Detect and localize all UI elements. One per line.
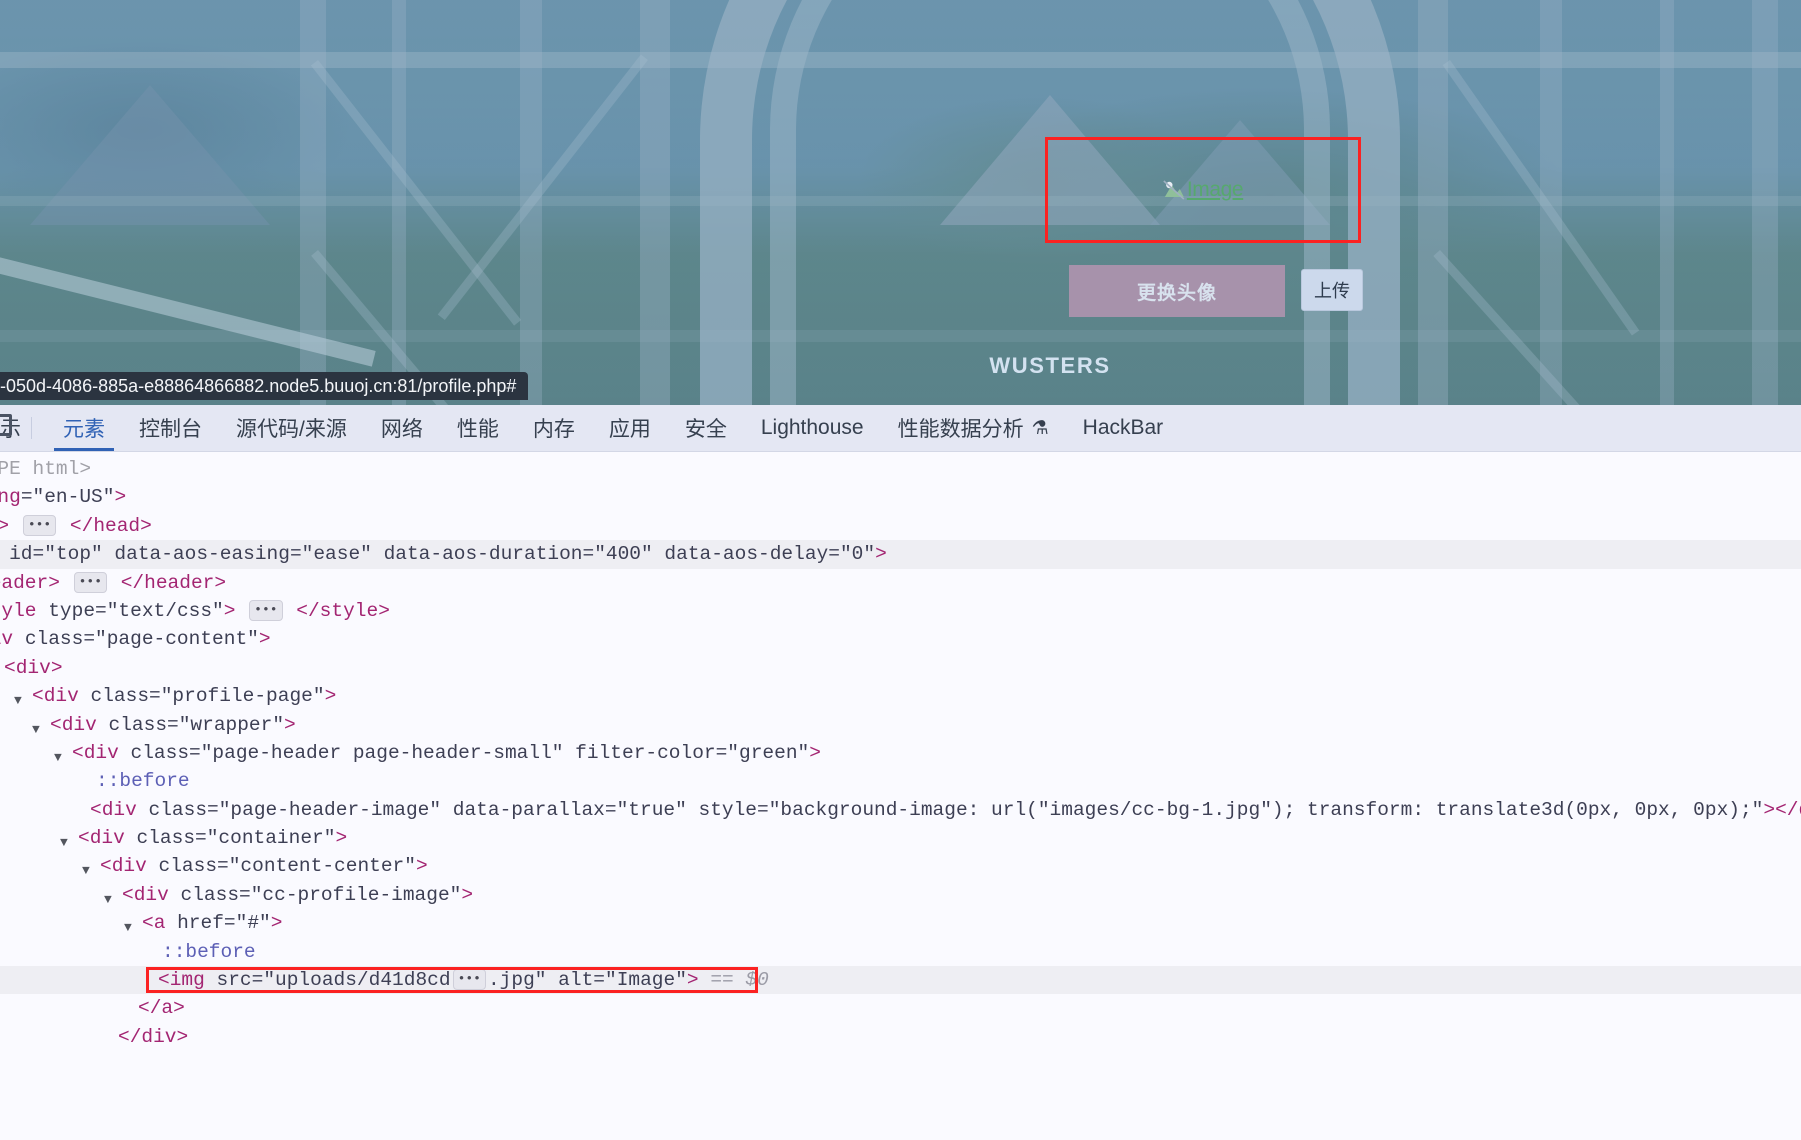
tab-label: 应用	[608, 418, 651, 441]
dom-row-text: <div class="page-header page-header-smal…	[72, 741, 821, 764]
avatar-actions: 更换头像 上传	[1069, 265, 1363, 317]
avatar-link[interactable]: Image	[1045, 137, 1361, 243]
avatar-alt-text: Image	[1186, 178, 1244, 201]
change-avatar-button[interactable]: 更换头像	[1069, 265, 1285, 317]
dom-row-text: TYPE html>	[0, 458, 92, 480]
tab-7[interactable]: 安全	[668, 405, 744, 451]
expand-ellipsis[interactable]: •••	[249, 599, 283, 621]
dom-row-text: <img src="uploads/d41d8cd ••• .jpg" alt="I…	[158, 969, 769, 992]
dom-row-text: ::before	[162, 940, 256, 963]
dom-tree[interactable]: TYPE html> lang="en-US"> ad> ••• </head> dy…	[0, 452, 1801, 1051]
dom-row[interactable]: ::before	[0, 938, 1801, 966]
dom-row-text: <div class="container">	[78, 827, 348, 850]
dom-row[interactable]: style type="text/css"> ••• </style>	[0, 597, 1801, 625]
dom-row[interactable]: ▼ <div class="container">	[0, 824, 1801, 852]
tab-2[interactable]: 源代码/来源	[219, 405, 364, 451]
dom-row-text: style type="text/css"> ••• </style>	[0, 599, 390, 622]
dom-row-text: div class="page-content">	[0, 628, 271, 651]
dom-row-text: </a>	[138, 997, 185, 1020]
dom-row-text: header> ••• </header>	[0, 571, 227, 594]
dom-row[interactable]: ▼ <a href="#">	[0, 909, 1801, 937]
dom-row-text: <div class="content-center">	[100, 855, 428, 878]
expand-ellipsis[interactable]: •••	[452, 969, 486, 991]
dom-row[interactable]: </a>	[0, 994, 1801, 1022]
dom-row[interactable]: lang="en-US">	[0, 483, 1801, 511]
tab-1[interactable]: 控制台	[122, 405, 219, 451]
expand-ellipsis[interactable]: •••	[73, 571, 108, 593]
status-bar-url: -050d-4086-885a-e88864866882.node5.buuoj…	[0, 372, 529, 400]
tab-label: 控制台	[139, 418, 202, 441]
dom-row[interactable]: <div class="page-header-image" data-para…	[0, 796, 1801, 824]
dom-row[interactable]: ▼ <div class="cc-profile-image">	[0, 881, 1801, 909]
inspect-element-icon[interactable]	[0, 414, 12, 436]
tab-label: 性能数据分析	[897, 418, 1024, 441]
dom-row[interactable]: <div>	[0, 654, 1801, 682]
dom-row[interactable]: ▼ <div class="content-center">	[0, 852, 1801, 880]
tab-label: HackBar	[1082, 416, 1164, 439]
tab-label: 性能	[456, 418, 499, 441]
expand-ellipsis[interactable]: •••	[22, 514, 57, 536]
dom-row[interactable]: ▼ <div class="profile-page">	[0, 682, 1801, 710]
tab-8[interactable]: Lighthouse	[744, 405, 881, 451]
tab-9[interactable]: 性能数据分析 ⚗	[881, 405, 1066, 451]
dom-row[interactable]: div class="page-content">	[0, 625, 1801, 653]
devtools-tabbar: 示 元素 控制台 源代码/来源 网络 性能 内存 应用 安全 Lighthouse 性能数据分析 ⚗…	[0, 405, 1801, 452]
dom-row-text: <div>	[4, 656, 63, 679]
dom-row[interactable]: ::before	[0, 767, 1801, 795]
tab-0[interactable]: 元素	[46, 405, 122, 451]
profile-header-content: Image 更换头像 上传 WUSTERS	[0, 0, 1801, 405]
upload-button[interactable]: 上传	[1301, 269, 1363, 311]
dom-row-text: <div class="profile-page">	[32, 685, 337, 708]
dom-row[interactable]: ad> ••• </head>	[0, 512, 1801, 540]
dom-row-text: ::before	[96, 770, 190, 793]
broken-image-icon	[1163, 180, 1185, 200]
browser-viewport: Image 更换头像 上传 WUSTERS -050d-4086-885a-e8…	[0, 0, 1801, 405]
tab-label: 元素	[63, 418, 105, 441]
tab-label: 安全	[684, 418, 727, 441]
tab-label: 内存	[532, 418, 575, 441]
broken-image-placeholder: Image	[1163, 178, 1244, 202]
dom-row-text: <div class="cc-profile-image">	[122, 883, 474, 906]
dom-row[interactable]: ▼ <div class="wrapper">	[0, 711, 1801, 739]
tabbar-divider	[31, 417, 32, 439]
dom-row-text: <div class="page-header-image" data-para…	[90, 798, 1801, 821]
tab-label: 网络	[380, 418, 423, 441]
tab-4[interactable]: 性能	[440, 405, 516, 451]
tab-label: 源代码/来源	[236, 418, 347, 441]
tab-5[interactable]: 内存	[516, 405, 592, 451]
dom-row[interactable]: ▼ <div class="page-header page-header-sma…	[0, 739, 1801, 767]
tab-10[interactable]: HackBar	[1066, 405, 1181, 451]
dom-row-text: <a href="#">	[142, 912, 283, 935]
dom-row[interactable]: dy id="top" data-aos-easing="ease" data-…	[0, 540, 1801, 569]
dom-row-selected[interactable]: <img src="uploads/d41d8cd ••• .jpg" alt="I…	[0, 966, 1801, 995]
tabs-host: 元素 控制台 源代码/来源 网络 性能 内存 应用 安全 Lighthouse 性能数据分析 ⚗ Ha…	[46, 405, 1180, 451]
cc-profile-image: Image	[1045, 137, 1361, 243]
dom-row-text: lang="en-US">	[0, 486, 127, 509]
tab-6[interactable]: 应用	[592, 405, 668, 451]
dom-row[interactable]: </div>	[0, 1023, 1801, 1051]
dom-row-text: </div>	[118, 1025, 189, 1048]
dom-row[interactable]: header> ••• </header>	[0, 569, 1801, 597]
flask-icon: ⚗	[1031, 417, 1049, 439]
dom-row-text: ad> ••• </head>	[0, 514, 152, 537]
tab-label: Lighthouse	[760, 416, 864, 439]
dom-row[interactable]: TYPE html>	[0, 455, 1801, 483]
tab-3[interactable]: 网络	[364, 405, 440, 451]
dom-row-text: <div class="wrapper">	[50, 713, 296, 736]
devtools-panel: 示 元素 控制台 源代码/来源 网络 性能 内存 应用 安全 Lighthouse 性能数据分析 ⚗…	[0, 405, 1801, 1140]
dom-row-text: dy id="top" data-aos-easing="ease" data-…	[9, 543, 887, 566]
